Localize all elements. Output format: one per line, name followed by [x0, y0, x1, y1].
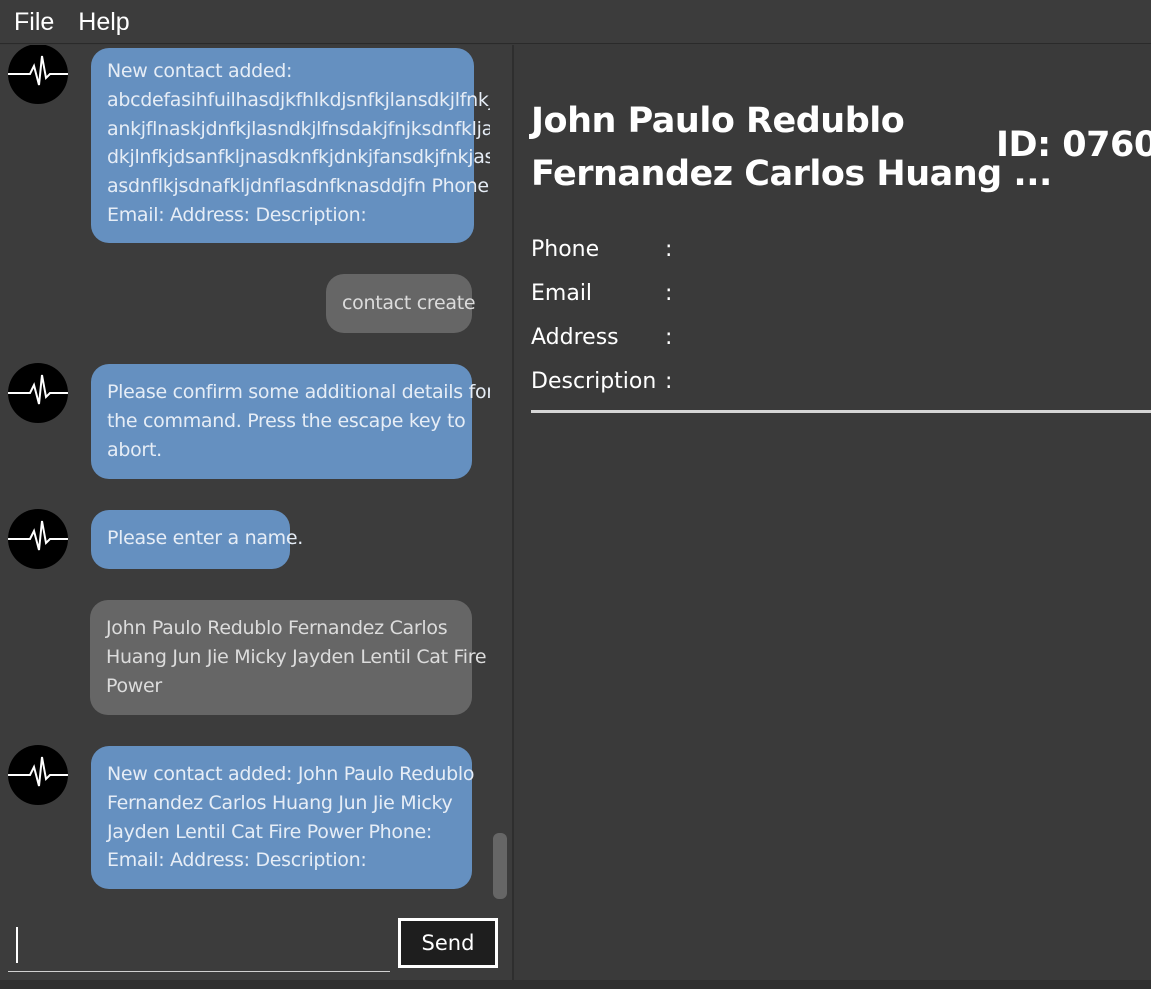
field-colon: : [665, 369, 673, 394]
menu-bar: File Help [0, 0, 1151, 44]
heartbeat-icon [8, 745, 68, 805]
message-line: Email: Address: Description: [107, 849, 367, 872]
menu-help[interactable]: Help [77, 4, 130, 40]
command-input[interactable] [8, 915, 390, 972]
contact-detail-pane: John Paulo Redublo Fernandez Carlos Huan… [516, 45, 1151, 980]
message-line: Fernandez Carlos Huang Jun Jie Micky [107, 791, 453, 814]
contact-name: John Paulo Redublo Fernandez Carlos Huan… [531, 95, 1052, 201]
message-line: Email: Address: Description: [107, 203, 367, 226]
chat-message-user: contact create [326, 274, 476, 333]
menu-file[interactable]: File [13, 4, 55, 40]
message-line: the command. Press the escape key to [107, 409, 466, 432]
message-line: New contact added: [107, 60, 293, 82]
detail-divider [531, 410, 1151, 413]
message-line: dkjlnfkjdsanfkljnasdknfkjdnkjfansdkjfnkj… [107, 146, 490, 169]
chat-message-user: John Paulo Redublo Fernandez Carlos Huan… [90, 600, 487, 715]
message-line: abort. [107, 438, 162, 461]
field-label-description: Description [531, 369, 657, 394]
command-input-row: Send [0, 915, 514, 980]
chat-scrollbar-thumb[interactable] [493, 833, 507, 899]
chat-message-bot: Please confirm some additional details f… [91, 364, 490, 479]
field-colon: : [665, 325, 673, 350]
contact-name-line: Fernandez Carlos Huang ... [531, 154, 1052, 194]
contact-id: ID: 07608 [996, 125, 1151, 165]
chat-message-bot: New contact added: John Paulo Redublo Fe… [91, 746, 475, 889]
field-label-email: Email [531, 281, 593, 306]
contact-name-line: John Paulo Redublo [531, 101, 905, 141]
heartbeat-icon [8, 45, 68, 104]
chat-message-bot: Please enter a name. [91, 510, 304, 569]
message-line: contact create [342, 292, 476, 314]
message-line: Power [106, 674, 162, 697]
chat-pane: New contact added: abcdefasihfuilhasdjkf… [0, 45, 514, 980]
message-line: John Paulo Redublo Fernandez Carlos [106, 617, 448, 639]
message-line: asdnflkjsdnafkljdnflasdnfknasddjfn Phone… [107, 175, 490, 198]
field-colon: : [665, 237, 673, 262]
heartbeat-icon [8, 509, 68, 569]
message-line: Please confirm some additional details f… [107, 381, 490, 403]
field-colon: : [665, 281, 673, 306]
message-line: New contact added: John Paulo Redublo [107, 763, 475, 785]
message-line: Please enter a name. [107, 527, 304, 549]
message-line: abcdefasihfuilhasdjkfhlkdjsnfkjlansdkjlf… [107, 88, 490, 111]
message-line: ankjflnaskjdnfkjlasndkjlfnsdakjfnjksdnfk… [107, 117, 490, 140]
heartbeat-icon [8, 363, 68, 423]
message-line: Jayden Lentil Cat Fire Power Phone: [107, 820, 432, 843]
field-label-phone: Phone [531, 237, 600, 262]
message-line: Huang Jun Jie Micky Jayden Lentil Cat Fi… [106, 645, 487, 668]
text-caret [16, 927, 18, 963]
status-strip [0, 980, 1151, 989]
chat-message-bot: New contact added: abcdefasihfuilhasdjkf… [91, 48, 490, 243]
send-button[interactable]: Send [398, 918, 498, 968]
chat-history[interactable]: New contact added: abcdefasihfuilhasdjkf… [0, 45, 490, 905]
field-label-address: Address [531, 325, 619, 350]
